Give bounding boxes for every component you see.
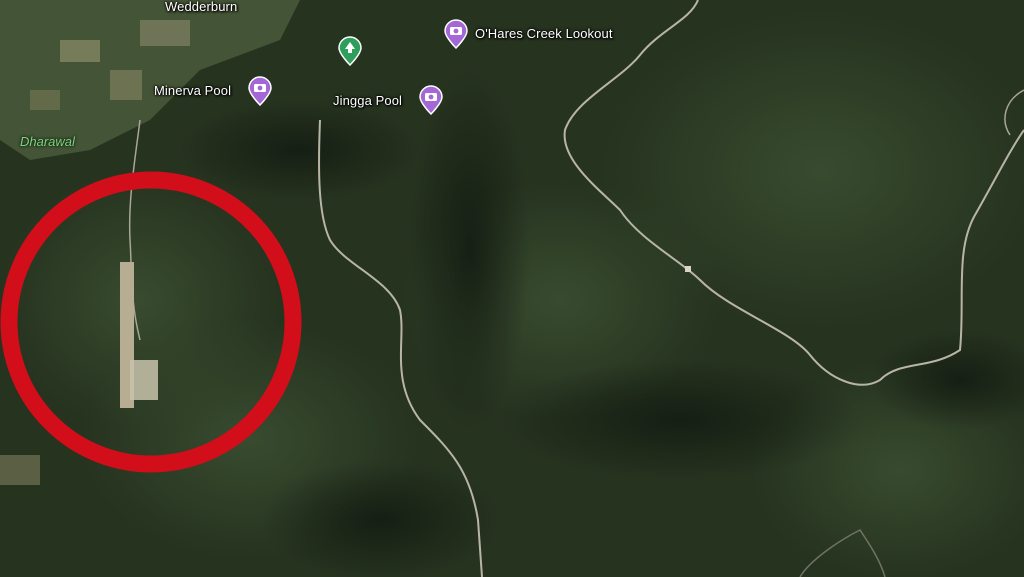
- poi-label-minerva[interactable]: Minerva Pool: [154, 83, 231, 98]
- area-label: Dharawal: [20, 134, 75, 149]
- camera-icon: [444, 19, 468, 49]
- poi-label-jingga[interactable]: Jingga Pool: [333, 93, 402, 108]
- poi-pin-minerva[interactable]: [247, 76, 273, 106]
- park-tree-icon: [338, 36, 362, 66]
- settlement-label: Wedderburn: [165, 0, 238, 14]
- camera-icon: [248, 76, 272, 106]
- poi-pin-park[interactable]: [337, 36, 363, 66]
- satellite-map[interactable]: Wedderburn Dharawal O'Hares Creek Lookou…: [0, 0, 1024, 577]
- poi-label-ohares[interactable]: O'Hares Creek Lookout: [475, 26, 613, 41]
- camera-icon: [419, 85, 443, 115]
- poi-pin-jingga[interactable]: [418, 85, 444, 115]
- poi-pin-ohares[interactable]: [443, 19, 469, 49]
